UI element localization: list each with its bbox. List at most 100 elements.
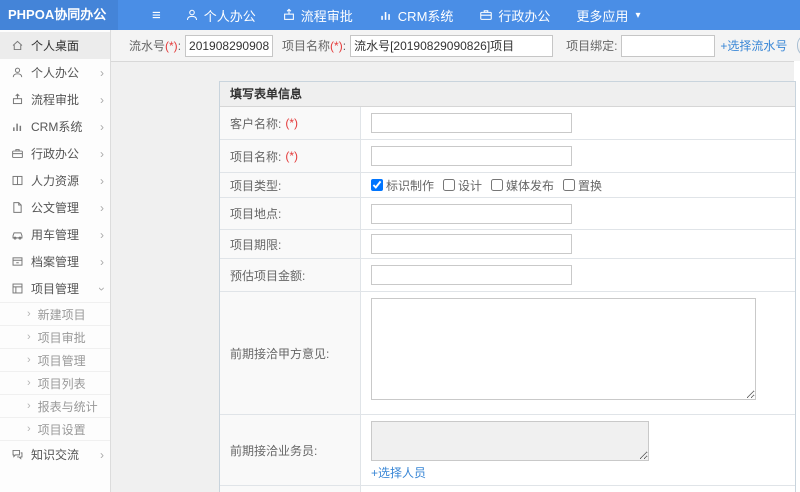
sidebar-item-label: 项目管理 xyxy=(31,282,80,296)
sidebar-subitem-label: 项目管理 xyxy=(37,353,86,368)
field-label: 项目期限: xyxy=(230,237,282,252)
checkbox-media-release[interactable] xyxy=(491,179,504,191)
chevron-right-icon: › xyxy=(27,354,31,366)
nav-label: 流程审批 xyxy=(300,8,353,24)
app-logo: PHPOA协同办公软件 xyxy=(0,0,118,52)
sidebar-item-personal-office[interactable]: 个人办公 › xyxy=(0,59,110,86)
sidebar-item-documents[interactable]: 公文管理 › xyxy=(0,194,110,221)
checkbox-replacement[interactable] xyxy=(563,179,576,191)
home-icon xyxy=(11,39,24,52)
nav-label: 个人办公 xyxy=(203,8,256,24)
colon: : xyxy=(614,38,618,53)
checkbox-label[interactable]: 媒体发布 xyxy=(506,177,554,194)
nav-more-apps[interactable]: 更多应用 ▾ xyxy=(576,6,640,25)
sidebar-item-workflow[interactable]: 流程审批 › xyxy=(0,86,110,113)
project-name-form-input[interactable] xyxy=(371,146,572,166)
chevron-right-icon: › xyxy=(27,377,31,389)
chart-icon xyxy=(379,8,393,22)
chevron-right-icon: › xyxy=(100,146,104,161)
sidebar-item-label: 行政办公 xyxy=(31,147,80,161)
project-name-field-group: 项目名称 (*): xyxy=(282,34,554,57)
nav-crm-system[interactable]: CRM系统 xyxy=(379,6,453,25)
chevron-right-icon: › xyxy=(100,65,104,80)
chevron-right-icon: › xyxy=(27,400,31,412)
chevron-right-icon: › xyxy=(27,331,31,343)
project-location-input[interactable] xyxy=(371,203,572,224)
field-label: 预估项目金额: xyxy=(230,268,306,283)
sidebar-subitem-project-approval[interactable]: › 项目审批 xyxy=(0,325,110,348)
sidebar-subitem-reports-stats[interactable]: › 报表与统计 xyxy=(0,394,110,417)
chevron-right-icon: › xyxy=(27,308,31,320)
hamburger-menu-icon[interactable]: ≡ xyxy=(152,7,161,24)
main-content: 流水号(*): 项目名称(*): 项目绑定: +选择流水号 保 存 填写表单信息… xyxy=(111,30,800,492)
checkbox-sign-making[interactable] xyxy=(371,179,383,191)
project-bind-field-group: 项目绑定: xyxy=(566,34,716,57)
sidebar-item-label: 个人桌面 xyxy=(31,39,80,53)
form-row-salesperson: 前期接洽业务员: +选择人员 xyxy=(220,415,795,486)
sidebar-item-label: 流程审批 xyxy=(31,93,80,107)
flow-icon xyxy=(11,93,24,106)
project-name-input[interactable] xyxy=(350,34,554,57)
nav-personal-office[interactable]: 个人办公 xyxy=(185,6,256,25)
sidebar-item-desktop[interactable]: 个人桌面 xyxy=(0,32,110,59)
sidebar-subitem-project-settings[interactable]: › 项目设置 xyxy=(0,417,110,440)
checkbox-label[interactable]: 设计 xyxy=(458,177,482,194)
form-row-customer-name: 客户名称: (*) xyxy=(220,107,795,140)
nav-admin-office[interactable]: 行政办公 xyxy=(479,6,550,25)
field-label: 项目名称: xyxy=(230,149,282,164)
select-serial-link[interactable]: +选择流水号 xyxy=(720,37,787,54)
checkbox-design[interactable] xyxy=(443,179,456,191)
client-opinion-textarea[interactable] xyxy=(371,298,756,400)
chevron-right-icon: › xyxy=(100,227,104,242)
project-bind-input[interactable] xyxy=(621,34,716,57)
sidebar-item-archives[interactable]: 档案管理 › xyxy=(0,248,110,275)
book-icon xyxy=(11,174,24,187)
estimated-amount-input[interactable] xyxy=(371,265,572,285)
select-person-link[interactable]: +选择人员 xyxy=(371,464,426,481)
nav-workflow-approval[interactable]: 流程审批 xyxy=(282,6,353,25)
serial-field-group: 流水号 (*): xyxy=(129,34,274,57)
user-icon xyxy=(185,8,199,22)
sidebar-subitem-label: 项目审批 xyxy=(37,330,86,345)
field-label: 客户名称: xyxy=(230,116,282,131)
sidebar-item-hr[interactable]: 人力资源 › xyxy=(0,167,110,194)
sidebar: 个人桌面 个人办公 › 流程审批 › CRM系统 › 行政办公 › 人力资源 › xyxy=(0,30,111,492)
chart-icon xyxy=(11,120,24,133)
required-mark: (*) xyxy=(330,38,343,53)
sidebar-item-vehicles[interactable]: 用车管理 › xyxy=(0,221,110,248)
sidebar-subitem-new-project[interactable]: › 新建项目 xyxy=(0,302,110,325)
sidebar-item-crm[interactable]: CRM系统 › xyxy=(0,113,110,140)
form-row-project-duration: 项目期限: xyxy=(220,230,795,259)
form-section-title: 填写表单信息 xyxy=(220,82,795,107)
colon: : xyxy=(342,38,347,53)
caret-down-icon: ▾ xyxy=(635,9,641,21)
required-mark: (*) xyxy=(285,149,299,163)
sidebar-item-projects[interactable]: 项目管理 › xyxy=(0,275,110,302)
form-row-client-opinion: 前期接洽甲方意见: xyxy=(220,292,795,415)
project-duration-input[interactable] xyxy=(371,234,572,254)
sidebar-subitem-project-manage[interactable]: › 项目管理 xyxy=(0,348,110,371)
record-toolbar: 流水号(*): 项目名称(*): 项目绑定: +选择流水号 保 存 xyxy=(111,30,800,62)
nav-label: 行政办公 xyxy=(498,8,551,24)
form-row-project-type: 项目类型: 标识制作 设计 媒体发布 置换 xyxy=(220,173,795,198)
sidebar-subitem-project-list[interactable]: › 项目列表 xyxy=(0,371,110,394)
colon: : xyxy=(177,38,182,53)
sidebar-item-label: 用车管理 xyxy=(31,228,80,242)
sidebar-item-admin[interactable]: 行政办公 › xyxy=(0,140,110,167)
field-label: 项目地点: xyxy=(230,207,282,221)
sidebar-subitem-label: 项目列表 xyxy=(37,376,86,391)
customer-name-input[interactable] xyxy=(371,113,572,133)
project-bind-label: 项目绑定 xyxy=(566,39,615,53)
sidebar-item-knowledge[interactable]: 知识交流 › xyxy=(0,440,110,468)
checkbox-label[interactable]: 置换 xyxy=(578,177,602,194)
sidebar-item-label: CRM系统 xyxy=(31,120,83,134)
chat-icon xyxy=(11,448,24,461)
salesperson-textarea[interactable] xyxy=(371,421,649,461)
form-panel: 填写表单信息 客户名称: (*) 项目名称: (*) 项目类型: 标识制作 设计 媒… xyxy=(219,81,796,492)
serial-input[interactable] xyxy=(185,34,274,57)
sidebar-item-label: 人力资源 xyxy=(31,174,80,188)
checkbox-label[interactable]: 标识制作 xyxy=(386,177,434,194)
required-mark: (*) xyxy=(285,116,299,130)
form-row-next xyxy=(220,486,795,492)
project-name-label: 项目名称 xyxy=(282,39,331,53)
